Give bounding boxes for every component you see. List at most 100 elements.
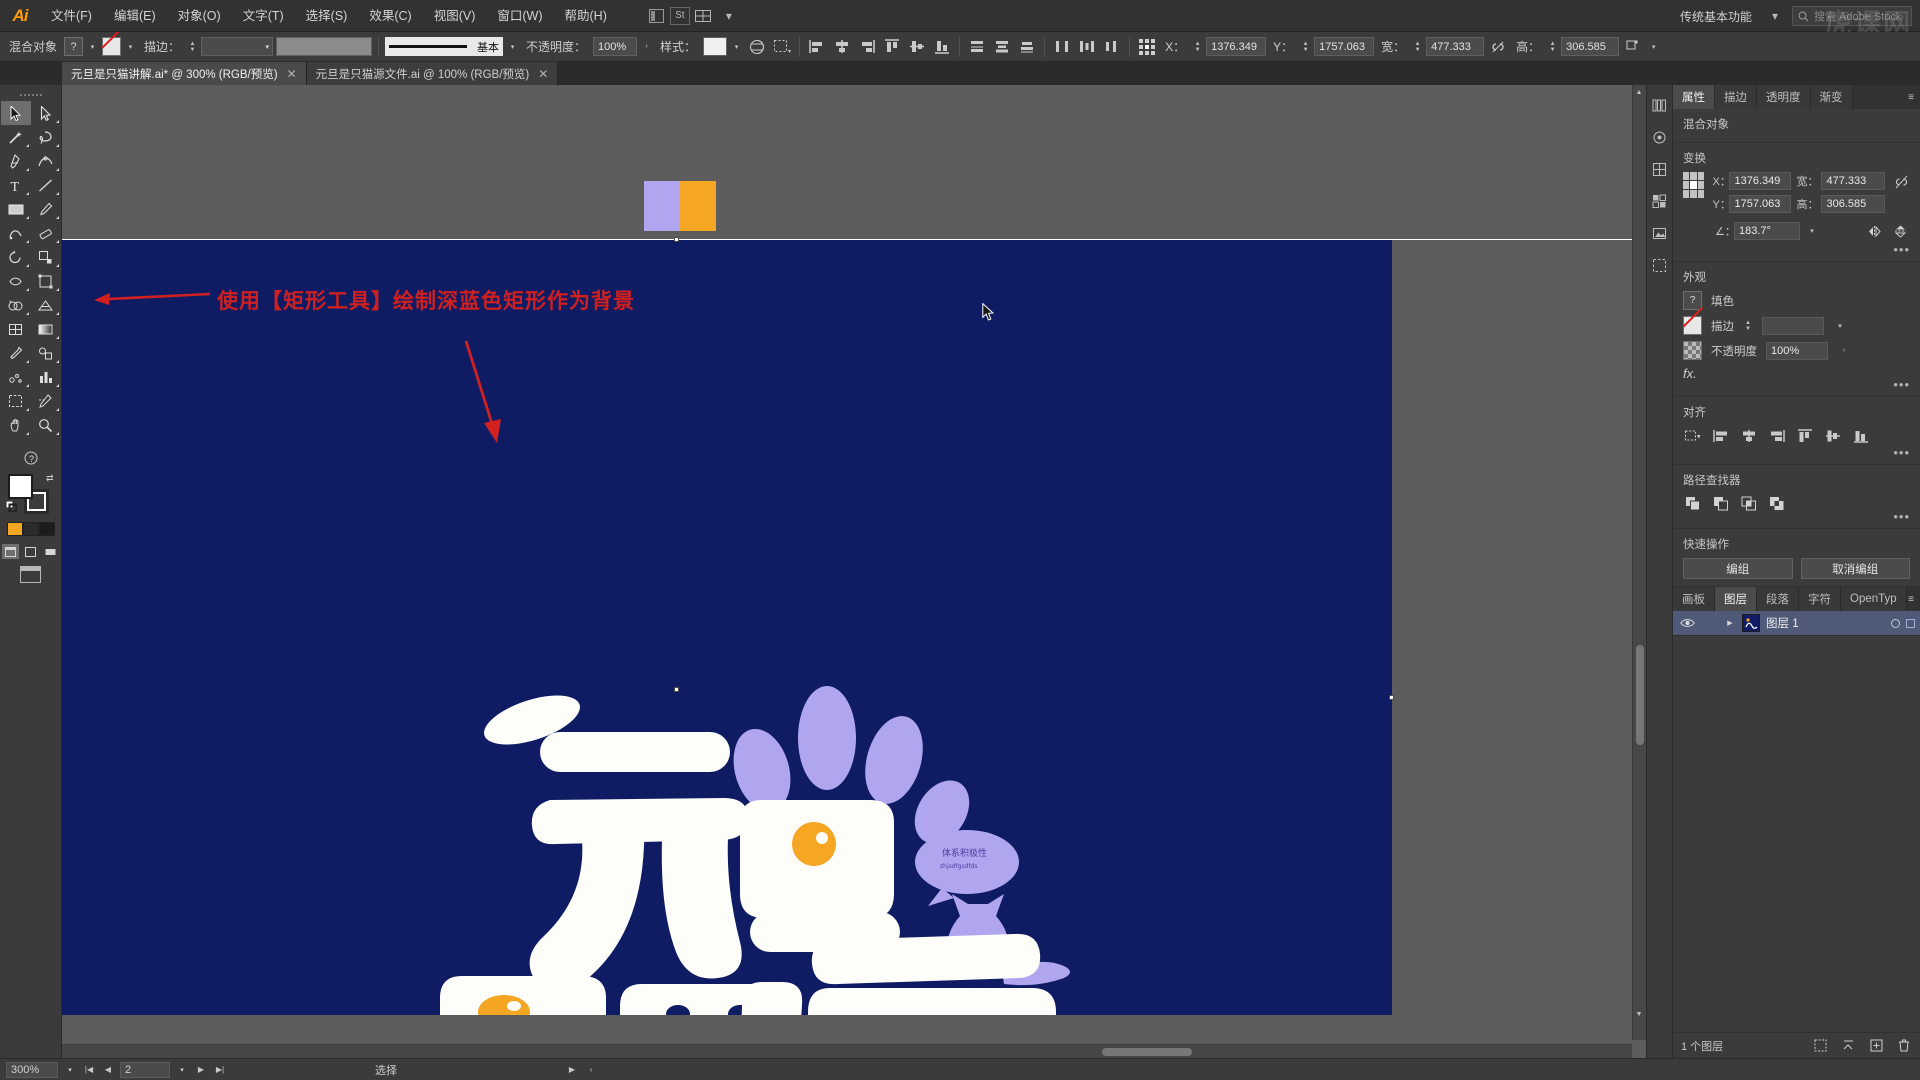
- chevron-down-icon[interactable]: ▾: [716, 5, 742, 27]
- stroke-chevron-icon[interactable]: ▾: [124, 37, 137, 56]
- tab-gradient[interactable]: 渐变: [1810, 85, 1853, 109]
- search-adobe-stock[interactable]: 搜索 Adobe Stock: [1792, 6, 1912, 26]
- layers-panel-menu-icon[interactable]: ≡: [1908, 587, 1920, 611]
- full-screen-menu-mode-icon[interactable]: [22, 544, 39, 559]
- pathfinder-more-options[interactable]: •••: [1683, 510, 1910, 523]
- flip-vertical-icon[interactable]: [1890, 221, 1910, 241]
- opacity-input[interactable]: 100%: [593, 37, 638, 56]
- align-bottom-edges-icon[interactable]: [1851, 426, 1870, 445]
- zoom-chevron-icon[interactable]: ▾: [63, 1062, 77, 1078]
- scale-tool[interactable]: [31, 245, 61, 269]
- shaper-tool[interactable]: [1, 221, 31, 245]
- rotate-tool[interactable]: [1, 245, 31, 269]
- scroll-down-icon[interactable]: ▼: [1633, 1008, 1645, 1020]
- horizontal-scroll-thumb[interactable]: [1102, 1048, 1192, 1056]
- transform-more-options[interactable]: •••: [1683, 243, 1910, 256]
- align-bottom-icon[interactable]: [931, 36, 953, 57]
- pen-tool[interactable]: [1, 149, 31, 173]
- width-input[interactable]: 477.333: [1426, 37, 1485, 56]
- align-to-selection-icon[interactable]: [1683, 426, 1702, 445]
- appearance-stroke-weight[interactable]: [1762, 316, 1824, 335]
- appearance-more-options[interactable]: •••: [1683, 378, 1910, 391]
- stroke-color-swatch[interactable]: [102, 37, 122, 56]
- zoom-level-input[interactable]: 300%: [6, 1061, 58, 1078]
- first-artboard-icon[interactable]: |◀: [82, 1062, 96, 1078]
- stroke-weight-chevron-icon[interactable]: ▾: [1833, 318, 1847, 334]
- group-button[interactable]: 编组: [1683, 558, 1793, 579]
- stock-icon[interactable]: St: [669, 6, 690, 25]
- type-tool[interactable]: T: [1, 173, 31, 197]
- distribute-center-v-icon[interactable]: [991, 36, 1013, 57]
- stroke-weight-stepper[interactable]: ▲ ▼: [187, 37, 198, 56]
- selection-tool[interactable]: [0, 101, 31, 125]
- lasso-tool[interactable]: [31, 125, 61, 149]
- eye-icon[interactable]: [1678, 618, 1696, 628]
- fill-chevron-icon[interactable]: ▾: [86, 37, 99, 56]
- normal-screen-mode-icon[interactable]: [2, 544, 19, 559]
- menu-edit[interactable]: 编辑(E): [103, 0, 167, 32]
- gradient-swatch[interactable]: [22, 522, 39, 536]
- fill-stroke-indicator[interactable]: ⇄: [5, 473, 54, 517]
- brushes-icon[interactable]: [1650, 127, 1670, 147]
- align-horizontal-center-icon[interactable]: [1739, 426, 1758, 445]
- align-left-edges-icon[interactable]: [1711, 426, 1730, 445]
- height-stepper[interactable]: ▲ ▼: [1547, 37, 1558, 56]
- stroke-weight-stepper-props[interactable]: ▲ ▼: [1743, 320, 1753, 332]
- tab-opentype[interactable]: OpenTyp: [1841, 587, 1907, 611]
- layer-name[interactable]: 图层 1: [1766, 615, 1885, 631]
- status-play-icon[interactable]: ▶: [565, 1062, 579, 1078]
- close-icon[interactable]: ✕: [287, 67, 297, 81]
- zoom-tool[interactable]: [31, 413, 61, 437]
- pathfinder-intersect-icon[interactable]: [1739, 494, 1758, 513]
- blend-tool[interactable]: [31, 341, 61, 365]
- reference-point-icon[interactable]: [1136, 36, 1158, 57]
- tab-layers[interactable]: 图层: [1715, 587, 1757, 611]
- color-swatch-fill[interactable]: [6, 522, 23, 536]
- tab-stroke[interactable]: 描边: [1715, 85, 1757, 109]
- tab-artboards[interactable]: 画板: [1673, 587, 1715, 611]
- vertical-scrollbar[interactable]: ▲ ▼: [1632, 85, 1646, 1040]
- pathfinder-unite-icon[interactable]: [1683, 494, 1702, 513]
- document-tab-0[interactable]: 元旦是只猫讲解.ai* @ 300% (RGB/预览) ✕: [62, 62, 307, 85]
- document-tab-1[interactable]: 元旦是只猫源文件.ai @ 100% (RGB/预览) ✕: [306, 62, 559, 85]
- chevron-right-icon[interactable]: ▶: [1724, 619, 1736, 627]
- menu-window[interactable]: 窗口(W): [486, 0, 553, 32]
- align-left-icon[interactable]: [806, 36, 828, 57]
- default-fill-stroke-icon[interactable]: [5, 499, 17, 517]
- vertical-scroll-thumb[interactable]: [1636, 645, 1644, 745]
- constrain-proportions-icon[interactable]: [1893, 172, 1910, 192]
- direct-selection-tool[interactable]: [31, 101, 61, 125]
- create-new-layer-icon[interactable]: [1868, 1038, 1884, 1054]
- select-similar-icon[interactable]: [771, 36, 793, 57]
- screen-mode-toggle[interactable]: [20, 566, 41, 583]
- target-indicator-icon[interactable]: [1891, 618, 1900, 628]
- stroke-weight-input[interactable]: ▾: [201, 37, 274, 56]
- style-chevron-icon[interactable]: ▾: [730, 37, 743, 56]
- tab-properties[interactable]: 属性: [1673, 85, 1715, 109]
- swatches-icon[interactable]: [1650, 191, 1670, 211]
- graphic-style-swatch[interactable]: [703, 37, 728, 56]
- transform-chevron-icon[interactable]: ▾: [1647, 37, 1660, 56]
- y-stepper[interactable]: ▲ ▼: [1300, 37, 1311, 56]
- align-right-edges-icon[interactable]: [1767, 426, 1786, 445]
- menu-object[interactable]: 对象(O): [167, 0, 232, 32]
- align-center-h-icon[interactable]: [831, 36, 853, 57]
- fx-button[interactable]: fx.: [1683, 366, 1910, 381]
- transform-panel-icon[interactable]: [1622, 36, 1644, 57]
- opacity-more-icon[interactable]: ›: [640, 37, 653, 56]
- pathfinder-exclude-icon[interactable]: [1767, 494, 1786, 513]
- opacity-expand-icon[interactable]: ›: [1837, 343, 1851, 359]
- full-screen-mode-icon[interactable]: [42, 544, 59, 559]
- recolor-artwork-icon[interactable]: [746, 36, 768, 57]
- x-stepper[interactable]: ▲ ▼: [1192, 37, 1203, 56]
- align-vertical-center-icon[interactable]: [1823, 426, 1842, 445]
- layer-selection-indicator[interactable]: [1906, 618, 1915, 628]
- paintbrush-tool[interactable]: [31, 197, 61, 221]
- eyedropper-tool[interactable]: [1, 341, 31, 365]
- tab-transparency[interactable]: 透明度: [1757, 85, 1811, 109]
- height-input[interactable]: 306.585: [1561, 37, 1620, 56]
- next-artboard-icon[interactable]: ▶: [194, 1062, 208, 1078]
- distribute-center-h-icon[interactable]: [1076, 36, 1098, 57]
- ungroup-button[interactable]: 取消编组: [1800, 558, 1910, 579]
- create-sublayer-icon[interactable]: [1840, 1038, 1856, 1054]
